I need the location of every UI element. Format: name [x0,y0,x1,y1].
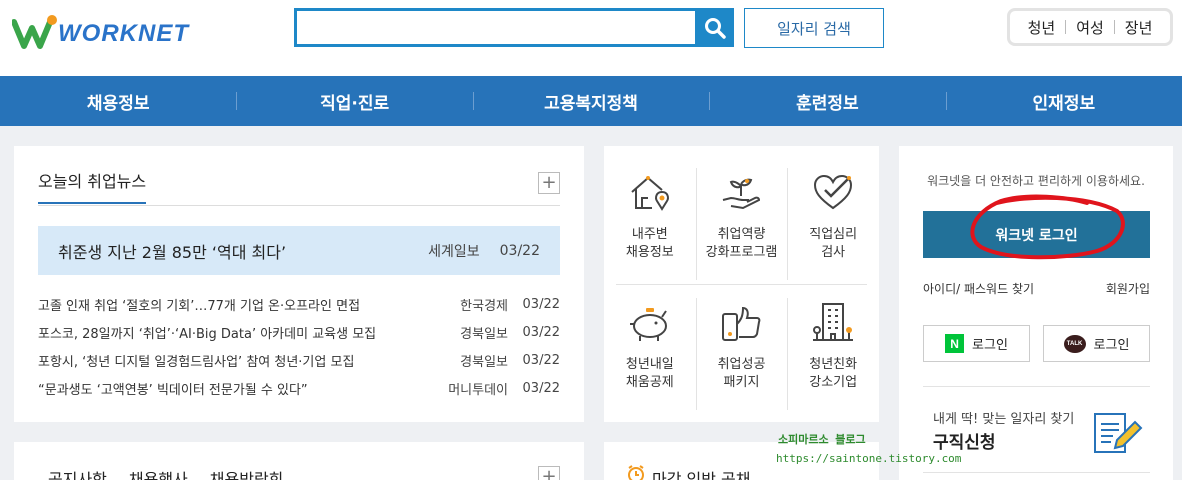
notice-more-button[interactable]: + [538,466,560,480]
worknet-logo-mark [12,15,57,49]
service-nearby-jobs[interactable]: 내주변 채용정보 [604,156,696,286]
resume-pencil-icon [1094,413,1143,453]
service-psych-test[interactable]: 직업심리 검사 [787,156,879,286]
divider [787,298,788,410]
building-icon [813,303,854,341]
tab-job-fairs[interactable]: 채용박람회 [210,466,284,480]
kakao-login-label: 로그인 [1093,338,1130,353]
tab-employment-news[interactable]: 오늘의 취업뉴스 [38,168,147,204]
divider [923,386,1150,387]
thumbs-up-phone-icon [722,306,761,341]
user-type-selector: 청년 여성 장년 [1007,8,1173,46]
service-youth-friendly-company[interactable]: 청년친화 강소기업 [787,286,879,416]
watermark-url: https://saintone.tistory.com [776,452,962,465]
divider [696,298,697,410]
divider [1065,20,1067,34]
divider [616,284,867,285]
tab-recruit-events[interactable]: 채용행사 [129,466,188,480]
news-more-button[interactable]: + [538,172,560,194]
user-type-women[interactable]: 여성 [1076,17,1104,38]
tab-notices[interactable]: 공지사항 [48,466,107,480]
news-item[interactable]: 포항시, ‘청년 디지털 일경험드림사업’ 참여 청년·기업 모집 경북일보 0… [38,346,560,374]
kakao-login-button[interactable]: TALK 로그인 [1043,325,1150,362]
notice-tabs: 공지사항 채용행사 채용박람회 [48,466,283,480]
headline-source: 세계일보 [428,243,480,260]
blog-watermark: 소피마르소 블로그 https://saintone.tistory.com [776,430,961,468]
nav-item-training[interactable]: 훈련정보 [709,76,945,126]
news-source: 경북일보 [460,326,508,342]
service-youth-savings[interactable]: 청년내일 채움공제 [604,286,696,416]
news-item[interactable]: “문과생도 ‘고액연봉’ 빅데이터 전문가될 수 있다” 머니투데이 03/22 [38,374,560,402]
services-panel: 내주변 채용정보 취업역량 강화프로그램 직업심리 검사 청년내일 채움공제 취… [604,146,879,422]
deadline-title[interactable]: 마감 임박 공채 [652,466,751,480]
news-list: 고졸 인재 취업 ‘절호의 기회’…77개 기업 온·오프라인 면접 한국경제 … [38,290,560,402]
search-input[interactable] [297,11,695,44]
worknet-logo[interactable]: WORKNET [12,14,188,54]
naver-login-label: 로그인 [972,338,1008,353]
login-message: 워크넷을 더 안전하고 편리하게 이용하세요. [927,174,1145,188]
news-title: 포항시, ‘청년 디지털 일경험드림사업’ 참여 청년·기업 모집 [38,354,355,370]
divider [1113,20,1115,34]
notice-panel: 공지사항 채용행사 채용박람회 + [14,442,584,480]
find-id-password-link[interactable]: 아이디/ 패스워드 찾기 [923,280,1034,297]
headline-news[interactable]: 취준생 지난 2월 85만 ‘역대 최다’ 세계일보 03/22 [38,226,560,275]
naver-icon: N [945,334,965,353]
service-competency-program[interactable]: 취업역량 강화프로그램 [696,156,788,286]
piggy-bank-icon [629,308,667,341]
job-search-button[interactable]: 일자리 검색 [744,8,884,48]
service-label: 직업심리 검사 [809,227,858,260]
kakao-talk-icon: TALK [1063,334,1086,353]
news-title: “문과생도 ‘고액연봉’ 빅데이터 전문가될 수 있다” [38,382,308,398]
news-source: 한국경제 [460,298,508,314]
service-label: 청년친화 강소기업 [809,357,858,390]
nav-item-welfare-policy[interactable]: 고용복지정책 [472,76,709,126]
divider [38,205,560,206]
news-source: 경북일보 [460,354,508,370]
news-item[interactable]: 포스코, 28일까지 ‘취업’·‘AI·Big Data’ 아카데미 교육생 모… [38,318,560,346]
news-date: 03/22 [522,380,560,396]
nav-item-career[interactable]: 직업·진로 [236,76,472,126]
service-label: 취업역량 강화프로그램 [705,227,778,260]
service-grid: 내주변 채용정보 취업역량 강화프로그램 직업심리 검사 청년내일 채움공제 취… [604,156,879,416]
watermark-title: 소피마르소 블로그 [778,433,866,446]
login-links: 아이디/ 패스워드 찾기 회원가입 [923,280,1150,297]
news-date: 03/22 [522,296,560,312]
naver-login-button[interactable]: N 로그인 [923,325,1030,362]
search-icon [704,17,726,39]
heart-check-icon [814,174,853,210]
nav-item-jobs[interactable]: 채용정보 [0,76,236,126]
news-title: 고졸 인재 취업 ‘절호의 기회’…77개 기업 온·오프라인 면접 [38,298,361,314]
headline-date: 03/22 [499,242,540,259]
news-date: 03/22 [522,352,560,368]
alarm-clock-icon [628,465,644,480]
nav-item-talent[interactable]: 인재정보 [945,76,1182,126]
news-panel: 오늘의 취업뉴스 + 취준생 지난 2월 85만 ‘역대 최다’ 세계일보 03… [14,146,584,422]
worknet-login-button[interactable]: 워크넷 로그인 [923,211,1150,258]
news-item[interactable]: 고졸 인재 취업 ‘절호의 기회’…77개 기업 온·오프라인 면접 한국경제 … [38,290,560,318]
logo-text: WORKNET [58,20,189,47]
service-success-package[interactable]: 취업성공 패키지 [696,286,788,416]
signup-link[interactable]: 회원가입 [1106,280,1150,297]
header: WORKNET 일자리 검색 청년 여성 장년 [0,0,1182,76]
news-source: 머니투데이 [448,382,508,398]
divider [787,168,788,280]
user-type-youth[interactable]: 청년 [1028,17,1056,38]
main-nav: 채용정보 직업·진로 고용복지정책 훈련정보 인재정보 [0,76,1182,126]
headline-title: 취준생 지난 2월 85만 ‘역대 최다’ [58,242,287,262]
user-type-senior[interactable]: 장년 [1125,17,1153,38]
search-button[interactable] [695,8,734,47]
house-location-icon [631,176,669,211]
news-date: 03/22 [522,324,560,340]
service-label: 청년내일 채움공제 [625,357,674,390]
service-label: 취업성공 패키지 [717,357,766,390]
job-application-subtitle: 내게 딱! 맞는 일자리 찾기 [933,412,1075,427]
service-label: 내주변 채용정보 [625,227,674,260]
search-box [294,8,695,47]
divider [923,472,1150,473]
divider [696,168,697,280]
sprout-hand-icon [723,178,761,210]
news-title: 포스코, 28일까지 ‘취업’·‘AI·Big Data’ 아카데미 교육생 모… [38,326,377,342]
